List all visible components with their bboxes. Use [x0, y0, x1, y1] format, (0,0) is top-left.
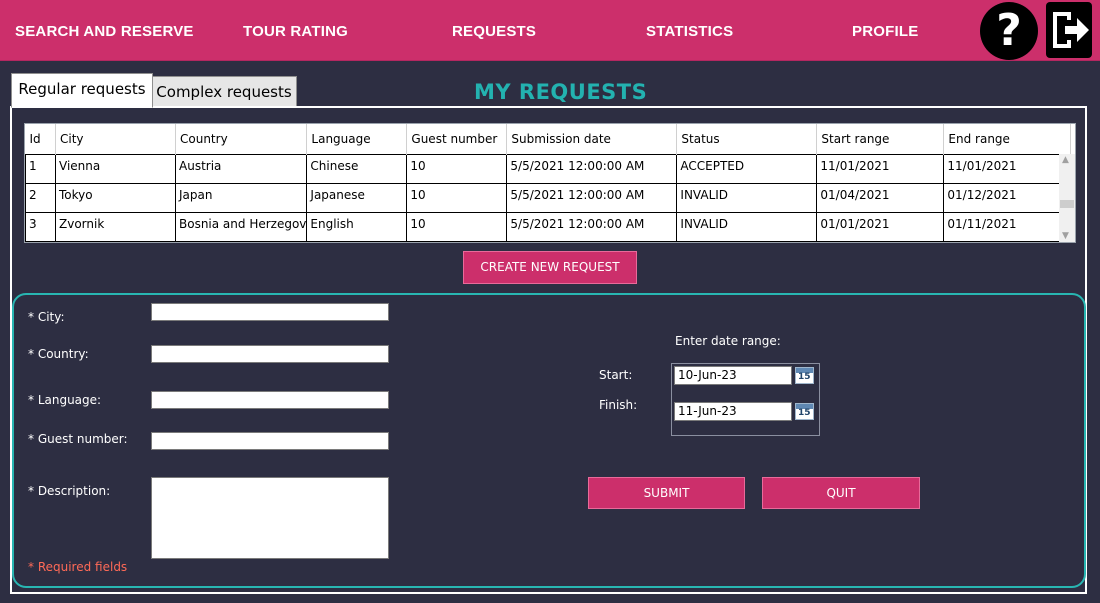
calendar-icon[interactable]: 15	[795, 367, 814, 384]
table-cell: 2	[25, 183, 56, 213]
create-new-request-button[interactable]: CREATE NEW REQUEST	[463, 251, 637, 284]
page-title: MY REQUESTS	[474, 80, 648, 104]
column-header[interactable]: Start range	[816, 124, 945, 155]
guest-number-label: * Guest number:	[28, 432, 128, 446]
table-cell: 01/04/2021	[816, 183, 945, 213]
table-cell: English	[306, 212, 408, 242]
table-row[interactable]: 2 Tokyo Japan Japanese 10 5/5/2021 12:00…	[25, 183, 1072, 213]
table-row[interactable]: 1 Vienna Austria Chinese 10 5/5/2021 12:…	[25, 154, 1072, 184]
table-row[interactable]: 3 Zvornik Bosnia and Herzegov English 10…	[25, 212, 1072, 242]
scrollbar-thumb[interactable]	[1060, 200, 1074, 208]
column-header[interactable]: End range	[943, 124, 1072, 155]
submit-button[interactable]: SUBMIT	[588, 477, 745, 509]
chevron-up-icon[interactable]: ▲	[1062, 155, 1069, 165]
table-cell: INVALID	[676, 212, 818, 242]
country-input[interactable]	[151, 345, 389, 363]
table-cell: 5/5/2021 12:00:00 AM	[506, 183, 678, 213]
required-fields-note: * Required fields	[28, 560, 128, 574]
question-mark-icon[interactable]: ?	[980, 2, 1038, 60]
city-input[interactable]	[151, 303, 389, 321]
column-header[interactable]: Language	[306, 124, 408, 155]
table-header-row: Id City Country Language Guest number Su…	[25, 124, 1072, 155]
table-cell: 01/01/2021	[816, 212, 945, 242]
tab-complex-requests[interactable]: Complex requests	[151, 76, 297, 108]
table-cell: 01/12/2021	[943, 183, 1072, 213]
description-textarea[interactable]	[151, 477, 389, 559]
top-navigation-bar: SEARCH AND RESERVE TOUR RATING REQUESTS …	[0, 0, 1100, 61]
table-cell: 11/01/2021	[816, 154, 945, 184]
nav-tour-rating[interactable]: TOUR RATING	[243, 0, 348, 62]
logout-arrow-icon[interactable]	[1046, 2, 1092, 58]
country-label: * Country:	[28, 347, 89, 361]
column-header[interactable]: Guest number	[406, 124, 508, 155]
calendar-day-number: 15	[798, 408, 811, 418]
quit-button[interactable]: QUIT	[762, 477, 920, 509]
column-header[interactable]: Country	[175, 124, 308, 155]
language-label: * Language:	[28, 393, 102, 407]
description-label: * Description:	[28, 484, 111, 498]
table-cell: Tokyo	[55, 183, 176, 213]
calendar-icon[interactable]: 15	[795, 403, 814, 420]
date-range-label: Enter date range:	[675, 334, 781, 348]
nav-requests[interactable]: REQUESTS	[452, 0, 536, 62]
table-cell: 1	[25, 154, 56, 184]
table-cell: INVALID	[676, 183, 818, 213]
start-date-picker[interactable]: 10-Jun-23	[674, 366, 792, 385]
finish-label: Finish:	[599, 398, 638, 412]
table-cell: 5/5/2021 12:00:00 AM	[506, 154, 678, 184]
column-header[interactable]: City	[55, 124, 176, 155]
table-cell: Japanese	[306, 183, 408, 213]
finish-date-picker[interactable]: 11-Jun-23	[674, 402, 792, 421]
table-cell: Bosnia and Herzegov	[175, 212, 308, 242]
bottom-strip	[0, 594, 1100, 603]
nav-profile[interactable]: PROFILE	[852, 0, 918, 62]
calendar-day-number: 15	[798, 372, 811, 382]
table-cell: 10	[406, 154, 508, 184]
nav-search-and-reserve[interactable]: SEARCH AND RESERVE	[15, 0, 194, 62]
column-header[interactable]: Status	[676, 124, 818, 155]
table-cell: 11/01/2021	[943, 154, 1072, 184]
table-cell: Vienna	[55, 154, 176, 184]
city-label: * City:	[28, 310, 65, 324]
table-cell: Chinese	[306, 154, 408, 184]
table-scrollbar[interactable]: ▲ ▼	[1059, 154, 1075, 242]
guest-number-input[interactable]	[151, 432, 389, 450]
table-cell: 10	[406, 212, 508, 242]
tab-regular-requests[interactable]: Regular requests	[11, 73, 153, 108]
table-cell: Zvornik	[55, 212, 176, 242]
table-cell: 5/5/2021 12:00:00 AM	[506, 212, 678, 242]
column-header[interactable]: Id	[25, 124, 56, 155]
nav-statistics[interactable]: STATISTICS	[646, 0, 733, 62]
table-cell: Japan	[175, 183, 308, 213]
start-label: Start:	[599, 368, 633, 382]
table-cell: ACCEPTED	[676, 154, 818, 184]
language-input[interactable]	[151, 391, 389, 409]
column-header[interactable]: Submission date	[506, 124, 678, 155]
table-cell: 01/11/2021	[943, 212, 1072, 242]
table-cell: 10	[406, 183, 508, 213]
table-cell: 3	[25, 212, 56, 242]
chevron-down-icon[interactable]: ▼	[1062, 231, 1069, 241]
requests-table: Id City Country Language Guest number Su…	[24, 123, 1076, 243]
table-cell: Austria	[175, 154, 308, 184]
